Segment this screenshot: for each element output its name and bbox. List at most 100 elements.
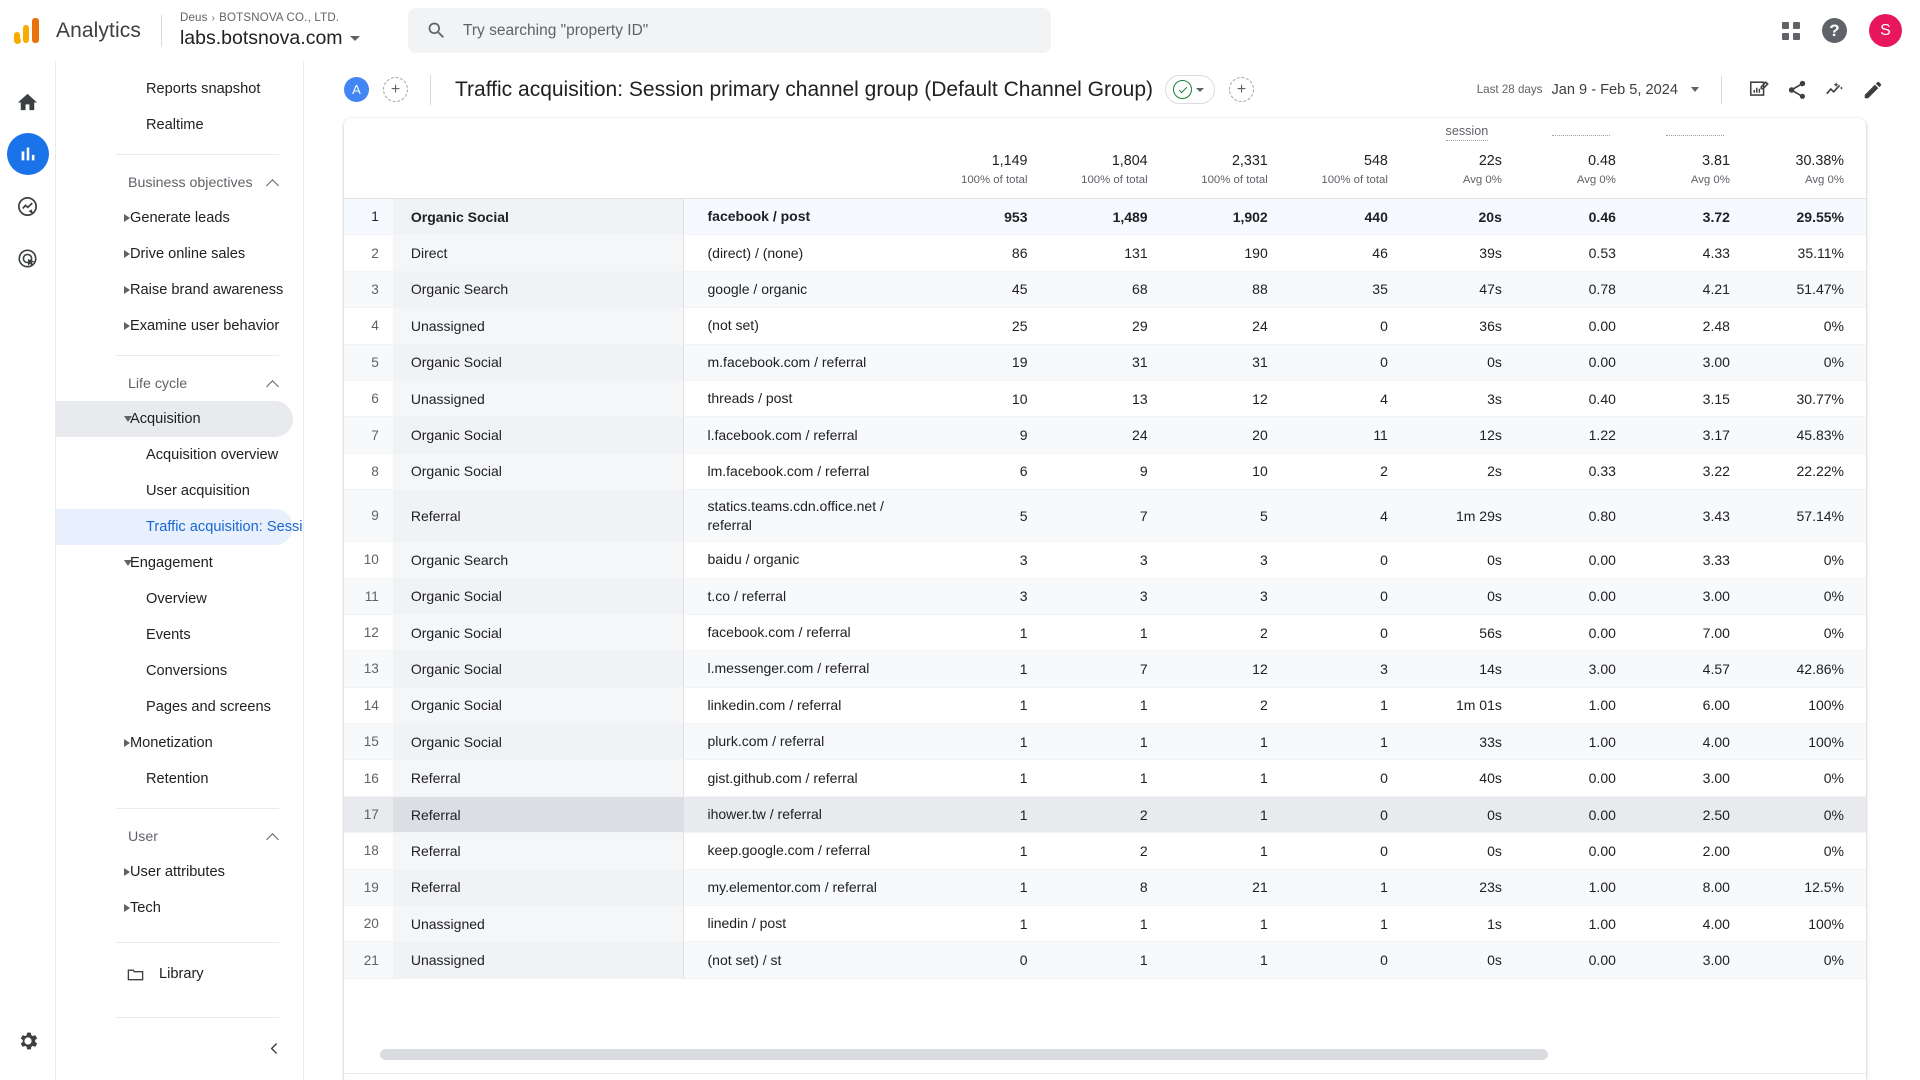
sidebar-item-retention[interactable]: Retention [56, 761, 293, 797]
sidebar-item-pages-and-screens[interactable]: Pages and screens [56, 689, 293, 725]
comparison-badge[interactable]: A [344, 77, 369, 102]
sidebar-item-acquisition[interactable]: Acquisition [56, 401, 293, 437]
channel-cell[interactable]: Organic Search [392, 271, 683, 309]
avatar[interactable]: S [1869, 14, 1902, 47]
channel-cell[interactable]: Organic Search [392, 541, 683, 579]
source-cell[interactable]: lm.facebook.com / referral [682, 453, 930, 491]
channel-cell[interactable]: Organic Social [392, 416, 683, 454]
channel-cell[interactable]: Direct [392, 234, 683, 272]
sidebar-item-generate-leads[interactable]: Generate leads [56, 200, 293, 236]
table-row[interactable]: 2 Direct (direct) / (none) 86 131 190 46 39s 0.5… [344, 234, 1866, 272]
apps-grid-icon[interactable] [1782, 21, 1800, 40]
sidebar-item-traffic-acquisition-session[interactable]: Traffic acquisition: Session... [56, 509, 303, 545]
sidebar-item-events[interactable]: Events [56, 617, 293, 653]
sidebar-item-examine-user-behavior[interactable]: Examine user behavior [56, 308, 293, 344]
edit-pencil-icon[interactable] [1854, 71, 1892, 109]
channel-cell[interactable]: Unassigned [392, 905, 683, 943]
table-row[interactable]: 9 Referral statics.teams.cdn.office.net / … [344, 489, 1866, 543]
sidebar-item-overview[interactable]: Overview [56, 581, 293, 617]
table-row[interactable]: 14 Organic Social linkedin.com / referral 1… [344, 687, 1866, 725]
table-row[interactable]: 13 Organic Social l.messenger.com / referr… [344, 650, 1866, 688]
channel-cell[interactable]: Organic Social [392, 578, 683, 615]
channel-cell[interactable]: Referral [392, 832, 683, 870]
table-row[interactable]: 6 Unassigned threads / post 10 13 12 4 3s 0.40 3.… [344, 380, 1866, 418]
sidebar-group-business-objectives[interactable]: Business objectives [56, 166, 303, 200]
date-range-selector[interactable]: Last 28 days Jan 9 - Feb 5, 2024 [1477, 82, 1699, 98]
source-cell[interactable]: m.facebook.com / referral [682, 344, 930, 381]
explore-icon[interactable] [7, 185, 49, 227]
sidebar-item-raise-brand-awareness[interactable]: Raise brand awareness [56, 272, 293, 308]
add-filter-button[interactable]: + [1229, 77, 1255, 102]
sidebar-item-user-attributes[interactable]: User attributes [56, 854, 293, 890]
sidebar-item-conversions[interactable]: Conversions [56, 653, 293, 689]
channel-cell[interactable]: Referral [392, 489, 683, 543]
source-cell[interactable]: keep.google.com / referral [682, 832, 930, 870]
table-row[interactable]: 18 Referral keep.google.com / referral 1 2 1 0… [344, 832, 1866, 870]
table-row[interactable]: 8 Organic Social lm.facebook.com / referra… [344, 453, 1866, 491]
help-icon[interactable]: ? [1822, 18, 1847, 43]
home-icon[interactable] [7, 81, 49, 123]
table-row[interactable]: 10 Organic Search baidu / organic 3 3 3 0 0s 0.0… [344, 541, 1866, 579]
table-row[interactable]: 21 Unassigned (not set) / st 0 1 1 0 0s 0.00 3.00… [344, 941, 1866, 979]
table-row[interactable]: 15 Organic Social plurk.com / referral 1 1 1 1… [344, 723, 1866, 761]
source-cell[interactable]: t.co / referral [682, 578, 930, 615]
source-cell[interactable]: gist.github.com / referral [682, 759, 930, 797]
channel-cell[interactable]: Referral [392, 869, 683, 907]
sidebar-item-acquisition-overview[interactable]: Acquisition overview [56, 437, 293, 473]
source-cell[interactable]: baidu / organic [682, 541, 930, 579]
sidebar-item-realtime[interactable]: Realtime [56, 107, 293, 143]
column-header-stub[interactable] [1524, 118, 1638, 150]
channel-cell[interactable]: Unassigned [392, 941, 683, 979]
source-cell[interactable]: google / organic [682, 271, 930, 309]
advertising-icon[interactable] [7, 237, 49, 279]
channel-cell[interactable]: Organic Social [392, 198, 683, 236]
channel-cell[interactable]: Organic Social [392, 453, 683, 491]
search-bar[interactable] [408, 8, 1051, 53]
table-row[interactable]: 3 Organic Search google / organic 45 68 88 35 4… [344, 271, 1866, 309]
channel-cell[interactable]: Organic Social [392, 723, 683, 761]
share-icon[interactable] [1778, 71, 1816, 109]
sidebar-item-engagement[interactable]: Engagement [56, 545, 293, 581]
data-quality-chip[interactable] [1165, 75, 1216, 104]
channel-cell[interactable]: Referral [392, 796, 683, 834]
property-selector[interactable]: Deus › BOTSNOVA CO., LTD. labs.botsnova.co… [180, 11, 360, 51]
insights-icon[interactable] [1816, 71, 1854, 109]
table-row[interactable]: 16 Referral gist.github.com / referral 1 1 1 0… [344, 759, 1866, 797]
table-row[interactable]: 19 Referral my.elementor.com / referral 1 8 2… [344, 869, 1866, 907]
table-row[interactable]: 20 Unassigned linedin / post 1 1 1 1 1s 1.00 4.00… [344, 905, 1866, 943]
column-header-stub[interactable] [1638, 118, 1752, 150]
reports-icon[interactable] [6, 133, 49, 175]
source-cell[interactable]: facebook.com / referral [682, 614, 930, 652]
source-cell[interactable]: statics.teams.cdn.office.net / referral [682, 489, 930, 543]
horizontal-scrollbar[interactable] [380, 1049, 1844, 1060]
source-cell[interactable]: l.messenger.com / referral [682, 650, 930, 688]
channel-cell[interactable]: Organic Social [392, 614, 683, 652]
source-cell[interactable]: linkedin.com / referral [682, 687, 930, 725]
source-cell[interactable]: (not set) [682, 307, 930, 345]
sidebar-item-tech[interactable]: Tech [56, 890, 293, 926]
channel-cell[interactable]: Unassigned [392, 307, 683, 345]
sidebar-group-user[interactable]: User [56, 820, 303, 854]
table-row[interactable]: 5 Organic Social m.facebook.com / referral… [344, 344, 1866, 381]
add-comparison-button[interactable]: + [383, 77, 408, 102]
customize-report-icon[interactable] [1740, 71, 1778, 109]
sidebar-item-user-acquisition[interactable]: User acquisition [56, 473, 293, 509]
channel-cell[interactable]: Unassigned [392, 380, 683, 418]
table-row[interactable]: 11 Organic Social t.co / referral 3 3 3 0 0s 0.0… [344, 578, 1866, 615]
source-cell[interactable]: facebook / post [682, 198, 930, 236]
table-row[interactable]: 4 Unassigned (not set) 25 29 24 0 36s 0.00 2.48 0% [344, 307, 1866, 345]
sidebar-group-life-cycle[interactable]: Life cycle [56, 367, 303, 401]
sidebar-item-monetization[interactable]: Monetization [56, 725, 293, 761]
sidebar-item-library[interactable]: Library [56, 954, 303, 994]
source-cell[interactable]: (direct) / (none) [682, 234, 930, 272]
sidebar-item-reports-snapshot[interactable]: Reports snapshot [56, 71, 293, 107]
source-cell[interactable]: my.elementor.com / referral [682, 869, 930, 907]
source-cell[interactable]: plurk.com / referral [682, 723, 930, 761]
source-cell[interactable]: l.facebook.com / referral [682, 416, 930, 454]
sidebar-item-drive-online-sales[interactable]: Drive online sales [56, 236, 293, 272]
source-cell[interactable]: linedin / post [682, 905, 930, 943]
collapse-sidebar-button[interactable] [266, 1040, 283, 1062]
source-cell[interactable]: ihower.tw / referral [682, 796, 930, 834]
channel-cell[interactable]: Referral [392, 759, 683, 797]
channel-cell[interactable]: Organic Social [392, 344, 683, 381]
